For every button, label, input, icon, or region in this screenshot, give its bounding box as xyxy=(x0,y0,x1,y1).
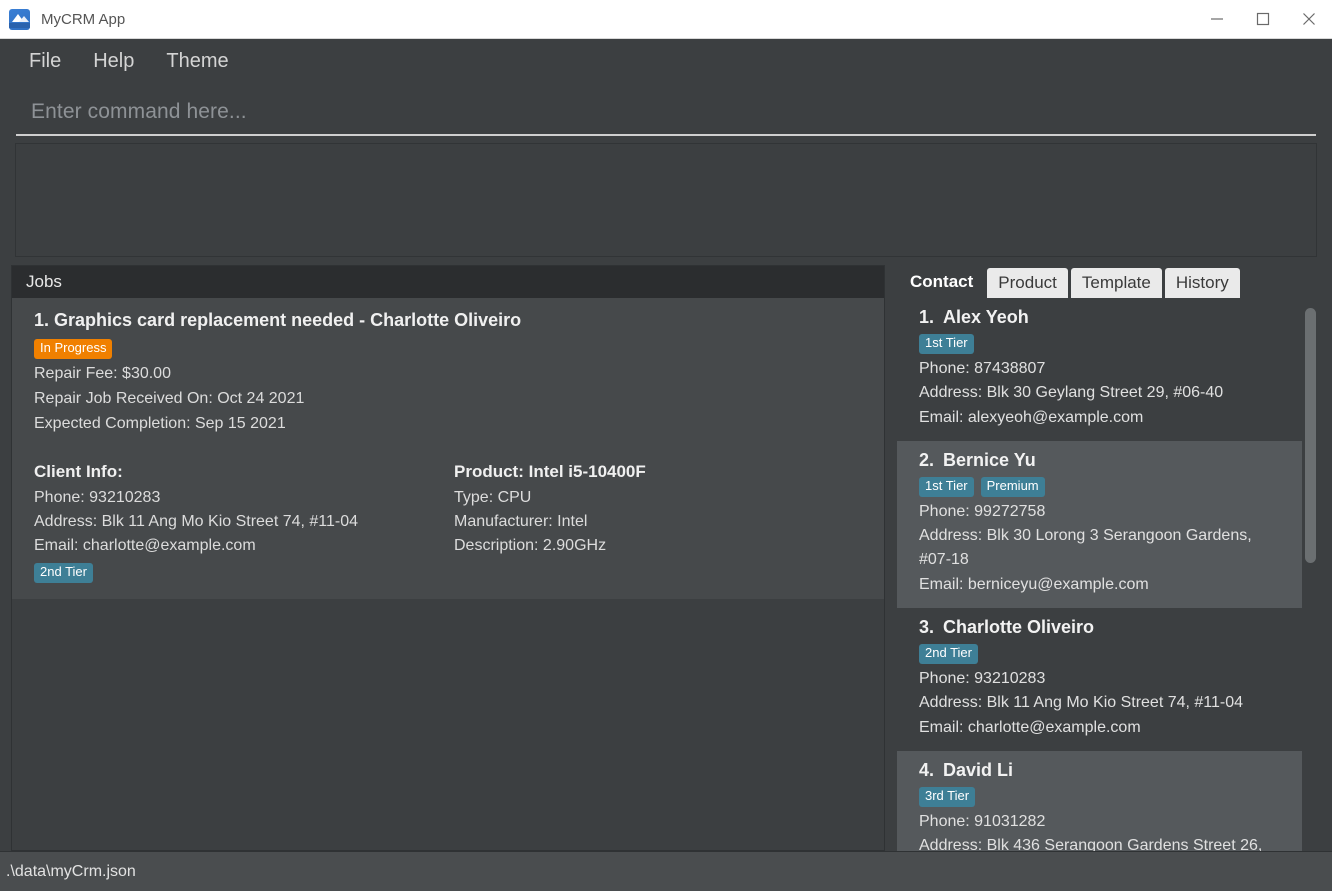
client-tier-badge: 2nd Tier xyxy=(34,563,93,584)
contact-name: Alex Yeoh xyxy=(943,307,1029,327)
client-email: Email: charlotte@example.com xyxy=(34,537,256,555)
contact-address: Address: Blk 30 Lorong 3 Serangoon Garde… xyxy=(919,527,1252,569)
main-content: Jobs 1. Graphics card replacement needed… xyxy=(0,265,1332,851)
title-bar-left: MyCRM App xyxy=(0,0,1194,38)
app-logo-icon xyxy=(9,8,30,30)
job-repair-fee: Repair Fee: $30.00 xyxy=(34,364,171,382)
contact-phone: Phone: 99272758 xyxy=(919,502,1046,520)
contact-index: 4. xyxy=(919,759,935,780)
tab-strip: Contact Product Template History xyxy=(897,265,1319,298)
list-item[interactable]: 3. Charlotte Oliveiro 2nd Tier Phone: 932… xyxy=(897,608,1302,751)
contact-list: 1. Alex Yeoh 1st Tier Phone: 87438807 Add… xyxy=(897,298,1302,851)
menu-item-theme[interactable]: Theme xyxy=(153,47,241,76)
contact-name-row: 4. David Li xyxy=(919,760,1288,781)
contact-tier-badge: 1st Tier xyxy=(919,334,974,354)
status-bar-path: .\data\myCrm.json xyxy=(6,862,136,880)
contact-tags: 3rd Tier xyxy=(919,786,1288,807)
list-item[interactable]: 2. Bernice Yu 1st Tier Premium Phone: 992… xyxy=(897,440,1302,609)
contact-name: Bernice Yu xyxy=(943,449,1036,470)
command-input[interactable]: Enter command here... xyxy=(16,89,1316,136)
contacts-area: 1. Alex Yeoh 1st Tier Phone: 87438807 Add… xyxy=(897,298,1319,851)
close-icon[interactable] xyxy=(1286,0,1332,38)
contact-name: Charlotte Oliveiro xyxy=(943,617,1095,638)
window-title: MyCRM App xyxy=(41,10,126,28)
job-received-date: Repair Job Received On: Oct 24 2021 xyxy=(34,389,305,407)
command-box-container: Enter command here... xyxy=(0,83,1332,136)
minimize-icon[interactable] xyxy=(1194,0,1240,38)
status-bar: .\data\myCrm.json xyxy=(0,851,1332,891)
result-display-container xyxy=(0,136,1332,265)
contact-name-row: 2. Bernice Yu xyxy=(919,450,1288,471)
job-card[interactable]: 1. Graphics card replacement needed - Ch… xyxy=(12,298,884,600)
command-input-placeholder: Enter command here... xyxy=(31,99,247,123)
contact-premium-badge: Premium xyxy=(980,476,1045,497)
jobs-panel: Jobs 1. Graphics card replacement needed… xyxy=(11,265,885,851)
contact-index: 3. xyxy=(919,617,935,638)
contact-tier-badge: 2nd Tier xyxy=(919,644,978,664)
jobs-panel-header: Jobs xyxy=(12,266,884,298)
tab-contact[interactable]: Contact xyxy=(899,265,985,298)
client-phone: Phone: 93210283 xyxy=(34,489,161,507)
product-type: Type: CPU xyxy=(454,489,532,507)
result-display xyxy=(15,143,1317,257)
job-detail-columns: Client Info: Phone: 93210283 Address: Bl… xyxy=(34,462,868,584)
tab-product[interactable]: Product xyxy=(987,268,1068,298)
status-badge: In Progress xyxy=(34,339,113,359)
maximize-icon[interactable] xyxy=(1240,0,1286,38)
job-product-info: Product: Intel i5-10400F Type: CPU Manuf… xyxy=(454,462,868,583)
contact-tier-badge: 3rd Tier xyxy=(919,786,976,807)
contact-phone: Phone: 91031282 xyxy=(919,812,1046,830)
client-address: Address: Blk 11 Ang Mo Kio Street 74, #1… xyxy=(34,513,359,531)
jobs-panel-title: Jobs xyxy=(26,272,62,291)
contact-tags: 1st Tier Premium xyxy=(919,476,1288,497)
contact-phone: Phone: 93210283 xyxy=(919,670,1046,687)
contact-phone: Phone: 87438807 xyxy=(919,359,1046,377)
right-panel: Contact Product Template History 1. Alex … xyxy=(897,265,1319,851)
product-heading: Product: Intel i5-10400F xyxy=(454,462,646,482)
menu-item-help[interactable]: Help xyxy=(80,47,147,76)
contact-name: David Li xyxy=(943,759,1014,780)
product-description: Description: 2.90GHz xyxy=(454,537,607,555)
contact-tier-badge: 1st Tier xyxy=(919,476,974,497)
client-info-heading: Client Info: xyxy=(34,462,123,482)
title-bar: MyCRM App xyxy=(0,0,1332,39)
contacts-scrollbar[interactable] xyxy=(1302,298,1319,851)
contact-email: Email: charlotte@example.com xyxy=(919,718,1141,736)
job-expected-completion: Expected Completion: Sep 15 2021 xyxy=(34,414,286,432)
contact-address: Address: Blk 11 Ang Mo Kio Street 74, #1… xyxy=(919,694,1244,712)
application-window: MyCRM App File Help Theme Enter command … xyxy=(0,0,1332,891)
contact-tags: 1st Tier xyxy=(919,334,1288,354)
contact-tags: 2nd Tier xyxy=(919,644,1288,664)
contact-name-row: 3. Charlotte Oliveiro xyxy=(919,617,1288,638)
tab-history[interactable]: History xyxy=(1164,268,1240,298)
tab-template[interactable]: Template xyxy=(1070,268,1162,298)
job-status-row: In Progress xyxy=(34,339,868,359)
list-item[interactable]: 1. Alex Yeoh 1st Tier Phone: 87438807 Add… xyxy=(897,298,1302,441)
contact-index: 1. xyxy=(919,307,935,327)
menu-bar: File Help Theme xyxy=(0,39,1332,83)
job-title: 1. Graphics card replacement needed - Ch… xyxy=(34,310,522,330)
contact-email: Email: alexyeoh@example.com xyxy=(919,408,1144,426)
jobs-list: 1. Graphics card replacement needed - Ch… xyxy=(12,298,884,850)
job-client-info: Client Info: Phone: 93210283 Address: Bl… xyxy=(34,462,454,584)
contact-index: 2. xyxy=(919,449,935,470)
contact-name-row: 1. Alex Yeoh xyxy=(919,307,1288,328)
contacts-scrollbar-thumb[interactable] xyxy=(1305,308,1316,563)
client-tier-row: 2nd Tier xyxy=(34,563,454,584)
product-manufacturer: Manufacturer: Intel xyxy=(454,513,588,531)
window-controls xyxy=(1194,0,1332,38)
contact-address: Address: Blk 30 Geylang Street 29, #06-4… xyxy=(919,384,1224,402)
contact-address: Address: Blk 436 Serangoon Gardens Stree… xyxy=(919,837,1263,851)
list-item[interactable]: 4. David Li 3rd Tier Phone: 91031282 Addr… xyxy=(897,750,1302,851)
contact-email: Email: berniceyu@example.com xyxy=(919,575,1149,593)
menu-item-file[interactable]: File xyxy=(16,47,74,76)
